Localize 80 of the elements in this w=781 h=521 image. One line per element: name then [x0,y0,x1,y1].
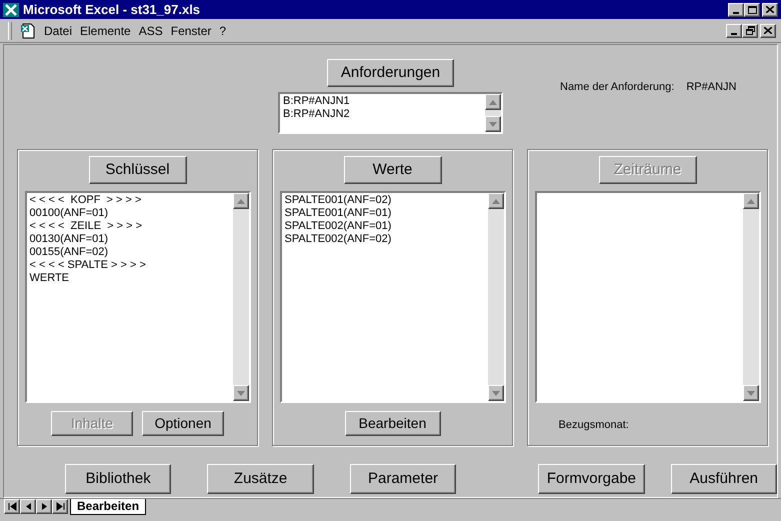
scrollbar[interactable] [232,193,248,401]
menu-item[interactable]: Fenster [170,22,212,40]
push-button[interactable]: Ausführen [670,464,778,494]
scroll-up-button[interactable] [742,193,758,209]
list-item[interactable]: SPALTE002(ANF=02) [284,233,488,246]
up-triangle-icon [492,198,500,204]
list-item[interactable]: B:RP#ANJN2 [283,108,485,121]
close-icon [766,6,774,13]
window-title: Microsoft Excel - st31_97.xls [23,0,202,19]
document-icon[interactable] [20,22,36,38]
list-item[interactable]: 00155(ANF=02) [30,246,232,259]
minimize-button[interactable] [726,24,742,38]
list-item[interactable]: SPALTE002(ANF=01) [284,220,488,233]
push-button[interactable]: Bearbeiten [344,411,440,436]
list-box[interactable]: SPALTE001(ANF=02) SPALTE001(ANF=01) SPALTE002(ANF=01) SPALTE002(ANF=02) [280,191,506,403]
push-button[interactable]: Zusätze [207,464,314,494]
last-sheet-button[interactable] [52,499,68,514]
next-sheet-button[interactable] [36,499,52,514]
close-button[interactable] [762,2,778,16]
push-button[interactable]: Parameter [350,464,456,494]
push-button[interactable]: Werte [344,156,442,184]
up-triangle-icon [489,100,497,104]
list-item[interactable]: WERTE [30,272,232,285]
up-triangle-icon [236,198,244,204]
down-triangle-icon [489,122,497,126]
list-item[interactable]: B:RP#ANJN1 [283,95,485,108]
down-triangle-icon [236,390,244,396]
scrollbar[interactable] [485,94,501,132]
minimize-button[interactable] [728,2,744,16]
minimize-icon [733,12,739,14]
up-triangle-icon [746,198,754,204]
restore-icon [746,26,754,35]
maximize-button[interactable] [744,2,760,16]
list-box[interactable]: < < < < KOPF > > > > 00100(ANF=01) < < < < ZEILE > > > > 00130(ANF=01) 00155(ANF=02) < < < < SPALTE > > > > WERTE [24,191,250,403]
list-box[interactable] [534,191,760,403]
menu-item[interactable]: Datei [44,22,72,40]
menu-item[interactable]: ? [219,22,226,40]
close-icon [764,27,772,34]
sheet-tab[interactable]: Bearbeiten [70,499,146,515]
close-button[interactable] [760,24,776,38]
previous-sheet-button[interactable] [20,499,36,514]
scroll-down-button[interactable] [742,385,758,401]
restore-button[interactable] [742,24,758,38]
list-item[interactable]: SPALTE001(ANF=01) [284,207,488,220]
list-item[interactable]: 00100(ANF=01) [30,207,232,220]
scroll-down-button[interactable] [232,385,248,401]
push-button[interactable]: Formvorgabe [538,464,645,494]
right-triangle-icon [40,502,48,511]
maximize-icon [748,6,756,14]
field-label: Name der Anforderung: [560,80,674,93]
scroll-up-button[interactable] [488,193,504,209]
menu-item[interactable]: Elemente [80,22,131,40]
menu-item[interactable]: ASS [138,22,163,40]
field-label: Bezugsmonat: [558,418,629,433]
first-sheet-button[interactable] [4,499,20,514]
push-button[interactable]: Anforderungen [327,59,454,87]
scroll-down-button[interactable] [488,385,504,401]
push-button[interactable]: Schlüssel [88,156,186,184]
toolbar-grip[interactable] [8,22,12,40]
scroll-down-button[interactable] [485,116,501,132]
excel-icon [3,2,19,16]
first-arrow-icon [8,502,16,511]
list-item[interactable]: 00130(ANF=01) [30,233,232,246]
down-triangle-icon [492,390,500,396]
last-arrow-icon [56,502,64,511]
push-button[interactable]: Optionen [142,411,224,436]
list-item[interactable]: SPALTE001(ANF=02) [284,194,488,207]
list-item[interactable]: < < < < KOPF > > > > [30,194,232,207]
scrollbar[interactable] [488,193,504,401]
list-item[interactable]: < < < < SPALTE > > > > [30,259,232,272]
list-item[interactable]: < < < < ZEILE > > > > [30,220,232,233]
scroll-up-button[interactable] [485,94,501,110]
scrollbar[interactable] [742,193,758,401]
minimize-icon [731,32,737,34]
scroll-up-button[interactable] [232,193,248,209]
push-button[interactable]: Bibliothek [65,464,172,494]
field-value: RP#ANJN [686,80,736,93]
down-triangle-icon [746,390,754,396]
list-box[interactable]: B:RP#ANJN1 B:RP#ANJN2 [278,92,503,134]
left-triangle-icon [24,502,32,511]
